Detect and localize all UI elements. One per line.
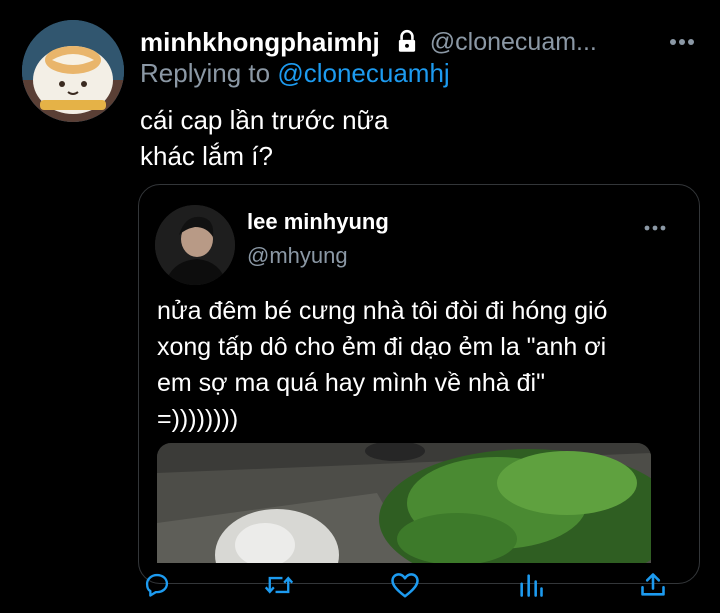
retweet-icon[interactable]	[262, 568, 296, 602]
reply-icon[interactable]	[140, 568, 174, 602]
more-options-icon[interactable]	[666, 28, 698, 56]
share-icon[interactable]	[636, 568, 670, 602]
heart-icon[interactable]	[388, 568, 422, 602]
action-bar	[0, 560, 720, 610]
quoted-handle[interactable]: @mhyung	[247, 243, 348, 269]
replying-to: Replying to @clonecuamhj	[140, 58, 450, 89]
display-name[interactable]: minhkhongphaimhj	[140, 27, 380, 58]
quoted-tweet-text: nửa đêm bé cưng nhà tôi đòi đi hóng gió …	[157, 297, 608, 433]
quoted-more-options-icon[interactable]	[641, 219, 669, 237]
replying-prefix: Replying to	[140, 58, 278, 88]
replying-mention-link[interactable]: @clonecuamhj	[277, 58, 449, 88]
analytics-icon[interactable]	[514, 568, 548, 602]
quoted-avatar-image	[155, 205, 235, 285]
tweet-header: minhkhongphaimhj @clonecuam...	[140, 24, 698, 60]
quoted-tweet[interactable]: lee minhyung @mhyung nửa đêm bé cưng nhà…	[138, 184, 700, 584]
quoted-avatar[interactable]	[155, 205, 235, 285]
author-avatar[interactable]	[22, 20, 124, 122]
quoted-media-image[interactable]	[157, 443, 651, 563]
quoted-display-name[interactable]: lee minhyung	[247, 209, 389, 235]
author-handle[interactable]: @clonecuam...	[430, 28, 597, 57]
avatar-image	[22, 20, 124, 122]
tweet-text: cái cap lần trước nữa khác lắm í?	[140, 105, 389, 171]
lock-icon	[394, 29, 420, 55]
